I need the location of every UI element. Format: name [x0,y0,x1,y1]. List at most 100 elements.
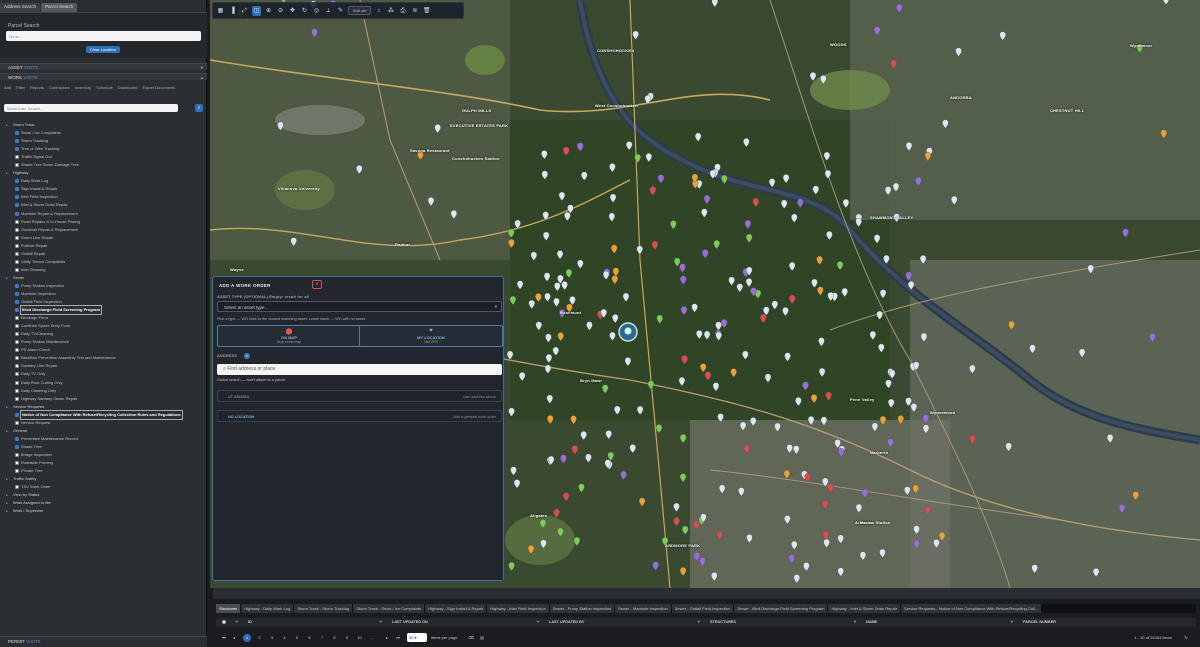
results-tab-structures[interactable]: Structures [216,604,241,613]
tab-address-search[interactable]: Address Search [0,3,41,12]
on-map-button[interactable]: ⬤ ON MAP Drop on the map [217,325,361,347]
column-filter-icon[interactable]: ▼ [536,620,540,624]
checkbox[interactable] [15,131,19,136]
checkbox[interactable] [15,300,19,305]
pointer-icon[interactable]: ↕ [374,6,383,16]
tree-item-traffic-signal-out[interactable]: Traffic Signal Out [6,153,204,161]
results-tab-highway-inlet-field-inspection[interactable]: Highway - Inlet Field Inspection [487,604,549,613]
measure-icon[interactable]: ⟂ [324,6,333,16]
tree-item-pothole-repair[interactable]: Pothole Repair [6,242,204,250]
tree-item-snow-ice-complaints[interactable]: Snow / Ice Complaints [6,129,204,137]
close-icon[interactable]: × [312,280,322,289]
select-icon[interactable]: ◫ [252,5,261,16]
checkbox[interactable] [15,243,19,248]
results-tab-highway-daily-work-log[interactable]: Highway - Daily Work Log [241,604,294,613]
tree-item-service-request[interactable]: Service Request [6,419,204,427]
zoom-out-icon[interactable]: ⊖ [276,6,285,16]
locate-icon[interactable]: ◎ [312,6,321,16]
caret-right-icon[interactable]: ▸ [6,507,11,515]
tree-item-manhole-inspection[interactable]: Manhole Inspection [6,290,204,298]
work-nav-export-documents[interactable]: Export Documents [142,85,175,90]
tree-item-preventive-maintenance-record[interactable]: Preventive Maintenance Record [6,435,204,443]
tree-item-highway-sanitary-sewer-repair[interactable]: Highway Sanitary Sewer Repair [6,395,204,403]
grid-icon[interactable]: ▦ [216,6,225,16]
tree-item-pump-station-maintenance[interactable]: Pump Station Maintenance [6,338,204,346]
work-nav-dashboard[interactable]: Dashboard [118,85,138,90]
results-tab-storm-track-storm-tracking[interactable]: Storm Track - Storm Tracking [294,604,353,613]
results-tab-sewer-outfall-field-inspection[interactable]: Sewer - Outfall Field Inspection [671,604,734,613]
print-icon[interactable]: ⎙ [398,6,407,16]
tree-item-inlet-field-inspection[interactable]: Inlet Field Inspection [6,193,204,201]
stats-icon[interactable]: ≋ [410,6,419,16]
no-location-row[interactable]: NO LOCATION Add a general work order [217,410,502,422]
results-tab-storm-track-snow-ice-complaints[interactable]: Storm Track - Snow / Ice Complaints [353,604,425,613]
checkbox[interactable] [15,444,19,449]
refresh-icon[interactable]: ↻ [300,6,309,16]
checkbox[interactable] [15,412,19,417]
caret-right-icon[interactable]: ▸ [6,121,11,129]
prev-page-icon[interactable]: ◂ [230,634,238,642]
tree-group-storm-track[interactable]: ▸ Storm Track [6,121,204,129]
checkbox[interactable] [15,292,19,296]
column-header-parcel-number[interactable]: PARCEL NUMBER [1023,620,1056,624]
results-tab-highway-inlet-storm-drain-repair[interactable]: Highway - Inlet & Storm Drain Repair [828,604,901,613]
tree-item-outfall-repair[interactable]: Outfall Repair [6,250,204,258]
permit-section-header[interactable]: PERMIT VISITS [0,636,207,647]
results-tab-highway-sign-install-repair[interactable]: Highway - Sign Install & Repair [425,604,487,613]
work-section-header[interactable]: WORK VISITS ▴ [0,73,207,80]
tree-item-inlet-cleaning[interactable]: Inlet Cleaning [6,266,204,274]
checkbox[interactable] [15,179,19,184]
checkbox[interactable] [15,187,19,192]
tree-item-daily-tv-cleaning[interactable]: Daily TV/Cleaning [6,330,204,338]
checkbox[interactable] [15,308,19,313]
horizontal-scrollbar[interactable] [213,588,1200,599]
parcel-search-input[interactable]: Go to... [6,31,201,41]
checkbox[interactable] [15,259,19,264]
page-size-select[interactable]: 30 ▾ [407,633,427,642]
page-10[interactable]: 10 [356,634,364,642]
tree-item-daily-work-log[interactable]: Daily Work Log [6,177,204,185]
first-page-icon[interactable]: ⏮ [220,634,228,642]
tree-item-notice-of-non-compliance-with-refuse-rec[interactable]: Notice of Non Compliance With Refuse/Rec… [6,409,204,420]
checkbox[interactable] [15,203,19,208]
page-4[interactable]: 4 [281,634,289,642]
select-all-checkbox[interactable] [222,620,226,624]
checkbox[interactable] [15,356,19,361]
checkbox[interactable] [15,436,19,441]
column-filter-icon[interactable]: ▼ [235,620,239,624]
caret-right-icon[interactable]: ▸ [6,427,11,435]
checkbox[interactable] [15,452,19,457]
tree-item-road-repairs-in-house-paving[interactable]: Road Repairs & In-House Paving [6,218,204,226]
column-filter-icon[interactable]: ▼ [697,620,701,624]
column-filter-icon[interactable]: ▼ [1010,620,1014,624]
column-header-name[interactable]: NAME [866,620,877,624]
delete-icon[interactable]: 🗑 [422,6,431,16]
caret-right-icon[interactable]: ▸ [6,274,11,282]
page-9[interactable]: 9 [343,634,351,642]
tree-item-guiderail-repair-replacement[interactable]: Guiderail Repair & Replacement [6,226,204,234]
next-page-icon[interactable]: ▸ [383,634,391,642]
tree-item-pump-station-inspection[interactable]: Pump Station Inspection [6,282,204,290]
checkbox[interactable] [15,420,19,425]
tree-item-illicit-discharge-field-screening-progra[interactable]: Illicit Discharge Field Screening Progra… [6,305,204,316]
asset-type-select[interactable]: Select an asset type... ▾ [217,301,502,312]
fullscreen-icon[interactable]: ⤢ [240,6,249,16]
tree-group-work-i-supervise[interactable]: ▸ Work I Supervise [6,507,204,515]
column-header-id[interactable]: ID [248,620,252,624]
results-tab-sewer-manhole-inspection[interactable]: Sewer - Manhole Inspection [615,604,671,613]
tree-item-daily-root-cutting-only[interactable]: Daily Root Cutting Only [6,379,204,387]
checkbox[interactable] [15,147,19,152]
tree-item-tree-or-wire-tracking[interactable]: Tree or Wire Tracking [6,145,204,153]
tree-group-sewer[interactable]: ▸ Sewer [6,274,204,282]
export-icon[interactable]: ▤ [478,634,486,642]
tree-item-storm-line-repair[interactable]: Storm Line Repair [6,234,204,242]
checkbox[interactable] [15,469,19,474]
page-5[interactable]: 5 [293,634,301,642]
checkbox[interactable] [15,396,19,401]
apps-icon[interactable]: ⁂ [386,6,395,16]
page-8[interactable]: 8 [331,634,339,642]
tree-item-daily-tv-only[interactable]: Daily TV Only [6,370,204,378]
tree-item-outfall-field-inspection[interactable]: Outfall Field Inspection [6,298,204,306]
checkbox[interactable] [15,388,19,393]
work-nav-filter[interactable]: Filter [16,85,25,90]
